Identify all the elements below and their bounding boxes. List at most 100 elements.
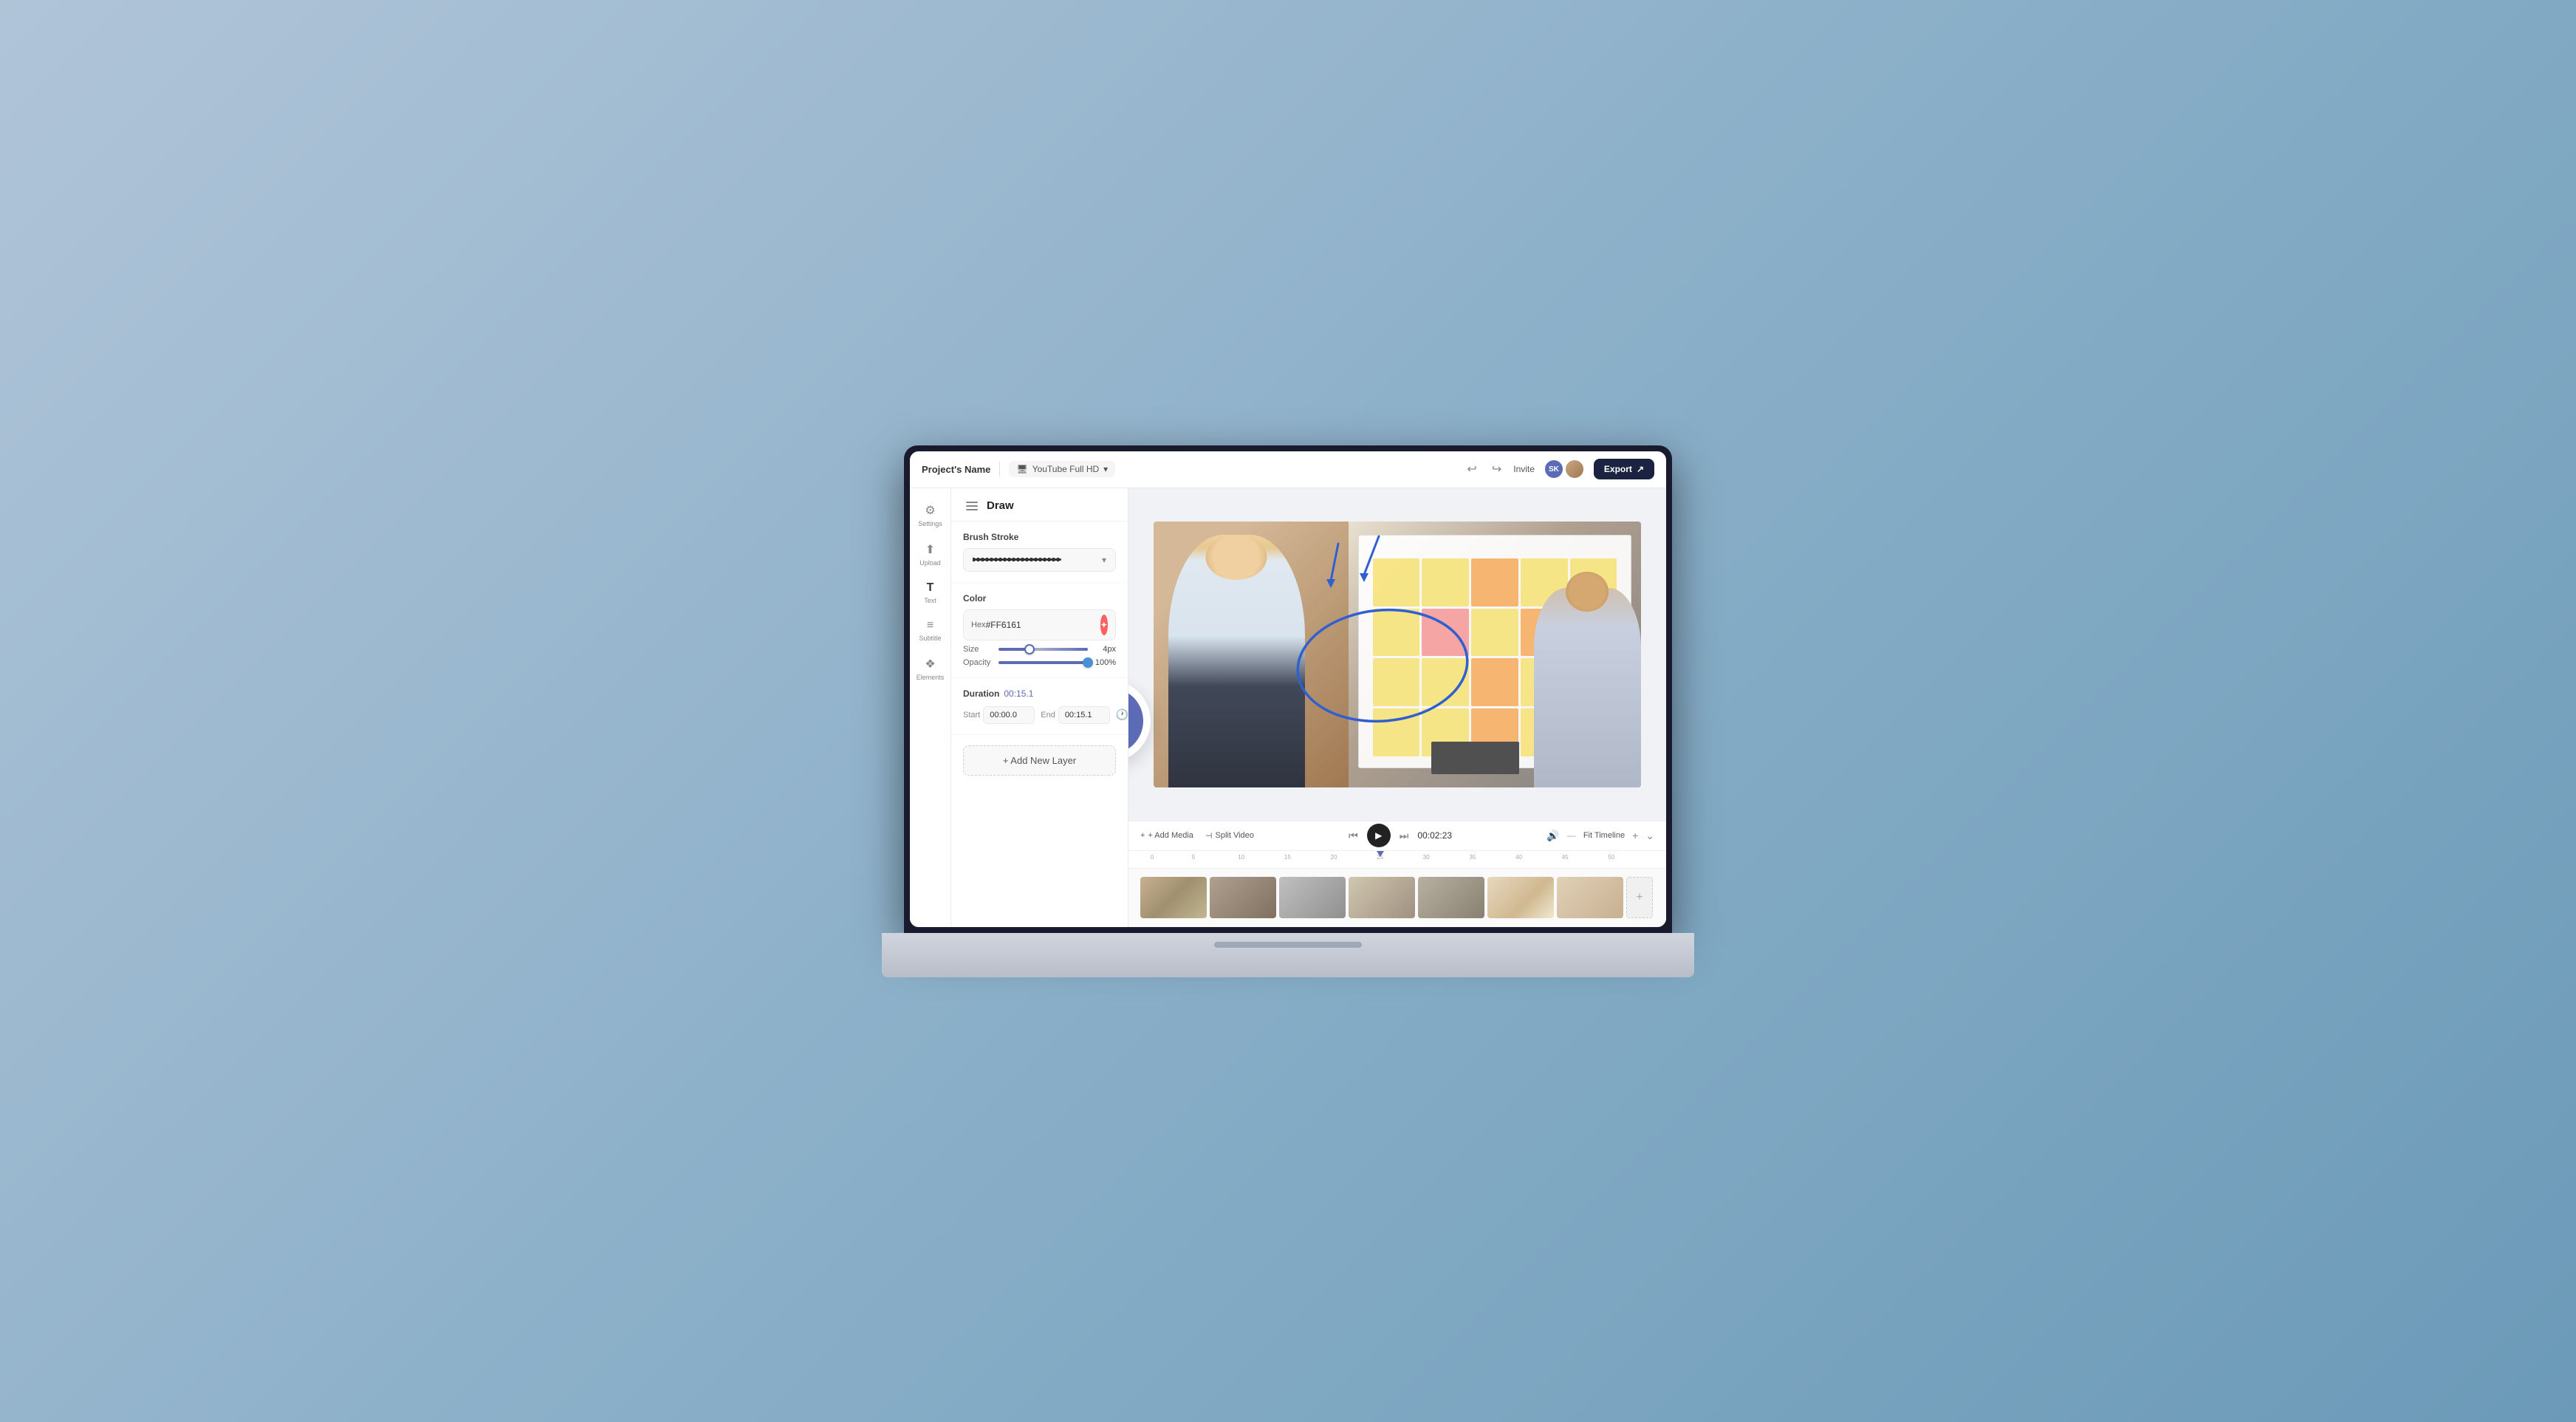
sticky-note [1422, 558, 1469, 606]
avatar-group: SK [1544, 459, 1585, 479]
track-clip-2[interactable] [1210, 877, 1276, 918]
ruler-mark-50: 50 [1608, 854, 1614, 861]
color-label: Color [963, 593, 1116, 604]
start-label: Start [963, 711, 980, 719]
stroke-selector[interactable]: ▾ [963, 548, 1116, 572]
ruler-mark-0: 0 [1151, 854, 1154, 861]
sticky-note [1471, 658, 1518, 706]
collapse-button[interactable]: ⌄ [1645, 830, 1654, 842]
panel-title: Draw [987, 499, 1014, 512]
end-time-field: End [1041, 706, 1110, 724]
left-panel: Draw Brush Stroke ▾ Color [951, 488, 1128, 927]
sitting-head [1566, 572, 1609, 612]
opacity-value: 100% [1094, 658, 1116, 667]
track-clip-4[interactable] [1349, 877, 1415, 918]
video-preview [1154, 522, 1641, 787]
size-slider-track[interactable] [998, 648, 1088, 651]
sidebar-item-upload[interactable]: ⬆ Upload [914, 536, 947, 572]
sidebar-item-subtitle[interactable]: ≡ Subtitle [914, 613, 947, 648]
fit-timeline-label: Fit Timeline [1583, 831, 1625, 840]
sidebar-item-settings[interactable]: ⚙ Settings [914, 497, 947, 533]
add-clip-button[interactable]: + [1626, 877, 1653, 918]
minus-icon: — [1567, 830, 1576, 841]
timeline-ruler: 0 5 10 15 20 25 30 35 40 45 50 [1128, 850, 1666, 868]
canvas-area: ✏ [1128, 488, 1666, 821]
ruler-mark-35: 35 [1469, 854, 1476, 861]
track-clip-7[interactable] [1557, 877, 1623, 918]
eyedropper-icon: ✦ [1100, 620, 1108, 630]
clip-thumbnail-6 [1487, 877, 1554, 918]
sidebar-item-text[interactable]: T Text [914, 575, 947, 610]
laptop-on-desk-prop [1431, 742, 1519, 773]
playhead[interactable] [1377, 851, 1384, 868]
subtitle-label: Subtitle [919, 635, 941, 642]
chevron-down-icon: ▾ [1103, 464, 1108, 474]
size-value: 4px [1094, 645, 1116, 654]
undo-button[interactable]: ↩ [1464, 459, 1479, 479]
play-button[interactable]: ▶ [1367, 824, 1391, 847]
add-media-button[interactable]: + + Add Media [1140, 831, 1193, 840]
end-time-input[interactable] [1058, 706, 1110, 724]
track-clip-6[interactable] [1487, 877, 1554, 918]
export-label: Export [1604, 464, 1632, 474]
track-clip-1[interactable] [1140, 877, 1207, 918]
hamburger-menu[interactable] [963, 499, 981, 513]
opacity-label: Opacity [963, 658, 993, 667]
duration-time: 00:15.1 [1004, 688, 1033, 699]
person-standing [1168, 535, 1305, 787]
laptop-base [882, 933, 1694, 977]
sticky-note [1471, 558, 1518, 606]
add-layer-button[interactable]: + Add New Layer [963, 745, 1116, 776]
redo-button[interactable]: ↪ [1489, 459, 1504, 479]
ruler-marks: 0 5 10 15 20 25 30 35 40 45 50 [1140, 851, 1654, 868]
ruler-mark-40: 40 [1515, 854, 1522, 861]
ruler-mark-5: 5 [1192, 854, 1195, 861]
color-input-box: Hex ✦ [963, 609, 1116, 640]
clip-thumbnail-1 [1140, 877, 1207, 918]
opacity-slider-fill [998, 661, 1088, 664]
sidebar-item-elements[interactable]: ❖ Elements [914, 651, 947, 687]
split-video-button[interactable]: ⊣ Split Video [1205, 831, 1254, 841]
upload-icon: ⬆ [925, 542, 935, 557]
color-swatch[interactable]: ✦ [1100, 615, 1108, 635]
start-time-input[interactable] [983, 706, 1035, 724]
size-label: Size [963, 645, 993, 654]
brush-stroke-section: Brush Stroke ▾ [951, 522, 1128, 583]
screen-icon: 🖥 [1016, 464, 1027, 474]
playhead-triangle [1377, 851, 1384, 857]
sticky-note [1422, 609, 1469, 657]
track-clip-5[interactable] [1418, 877, 1484, 918]
sticky-note [1373, 609, 1420, 657]
invite-button[interactable]: Invite [1513, 464, 1535, 474]
video-scene [1154, 522, 1641, 787]
header-divider [999, 462, 1000, 476]
format-badge[interactable]: 🖥 YouTube Full HD ▾ [1009, 461, 1115, 477]
time-display: 00:02:23 [1417, 830, 1452, 841]
timeline-tracks: + [1128, 868, 1666, 927]
upload-label: Upload [919, 559, 941, 567]
stroke-chevron-icon: ▾ [1102, 555, 1106, 565]
clip-thumbnail-3 [1279, 877, 1346, 918]
track-clip-3[interactable] [1279, 877, 1346, 918]
draw-icon-float: ✏ [1128, 680, 1151, 762]
format-label: YouTube Full HD [1032, 464, 1100, 474]
add-media-label: + Add Media [1148, 831, 1193, 840]
app-header: Project's Name 🖥 YouTube Full HD ▾ ↩ ↪ I… [910, 451, 1666, 488]
size-slider-thumb[interactable] [1024, 644, 1035, 654]
elements-label: Elements [917, 674, 945, 681]
elements-icon: ❖ [925, 657, 935, 671]
clip-thumbnail-2 [1210, 877, 1276, 918]
opacity-slider-track[interactable] [998, 661, 1088, 664]
volume-button[interactable]: 🔊 [1546, 830, 1559, 842]
clock-icon[interactable]: 🕐 [1116, 708, 1128, 721]
project-name: Project's Name [922, 464, 990, 475]
text-label: Text [924, 597, 936, 604]
opacity-slider-thumb[interactable] [1083, 657, 1093, 668]
skip-forward-button[interactable]: ⏭ [1400, 830, 1409, 842]
share-icon: ↗ [1637, 464, 1644, 474]
clip-thumbnail-5 [1418, 877, 1484, 918]
hex-input[interactable] [986, 620, 1100, 630]
zoom-in-button[interactable]: + [1632, 830, 1638, 841]
skip-back-button[interactable]: ⏮ [1349, 830, 1358, 842]
export-button[interactable]: Export ↗ [1594, 459, 1654, 479]
